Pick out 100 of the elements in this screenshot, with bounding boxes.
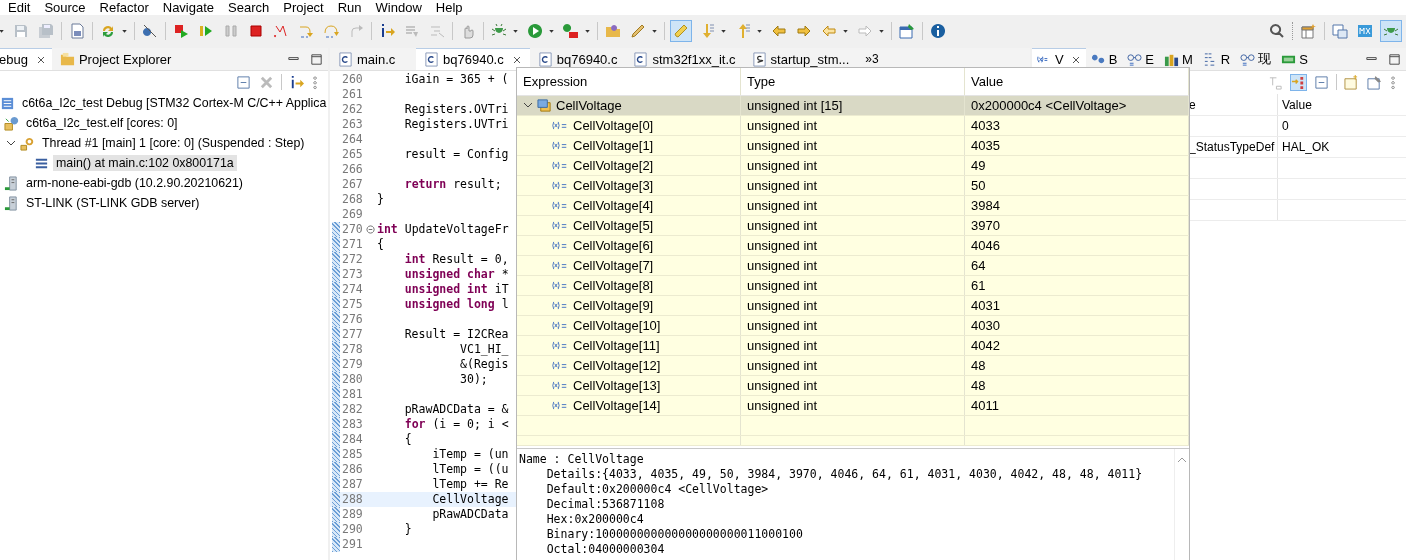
view-menu-icon[interactable] <box>312 74 318 90</box>
menu-item[interactable]: Search <box>228 0 270 15</box>
view-tab[interactable]: V <box>1032 48 1086 70</box>
detail-line: Name : CellVoltage <box>519 452 645 468</box>
editor-tab[interactable]: bq76940.c <box>529 48 626 70</box>
line-number: 272 <box>342 252 363 266</box>
tree-item[interactable]: c6t6a_I2c_test Debug [STM32 Cortex-M C/C++ Applica <box>19 95 328 111</box>
variable-row[interactable]: CellVoltage unsigned int [15] 0x200000c4 <CellVoltage> <box>517 95 1189 116</box>
line-number: 273 <box>342 267 363 281</box>
instruction-step-icon[interactable] <box>289 74 304 90</box>
code-line: lTemp = ((u <box>431 462 509 477</box>
detail-line: Details:{4033, 4035, 49, 50, 3984, 3970, 4046, 64, 61, 4031, 4030, 4042, 48, 48, 4011} <box>545 467 1144 483</box>
line-number: 291 <box>342 537 363 551</box>
column-header[interactable]: Type <box>741 68 965 95</box>
element-row[interactable]: CellVoltage[14] unsigned int 4011 <box>517 395 1189 416</box>
maximize-icon[interactable] <box>1387 51 1402 67</box>
scroll-up-icon[interactable] <box>1177 457 1187 464</box>
editor-tab[interactable]: bq76940.c <box>416 48 530 70</box>
element-row[interactable]: CellVoltage[7] unsigned int 64 <box>517 255 1189 276</box>
element-row[interactable]: CellVoltage[12] unsigned int 48 <box>517 355 1189 376</box>
variable-icon <box>551 119 569 131</box>
line-number: 290 <box>342 522 363 536</box>
element-row[interactable]: CellVoltage[0] unsigned int 4033 <box>517 115 1189 136</box>
new-item-icon[interactable] <box>1344 74 1359 90</box>
table-cell: CellVoltage[12] <box>573 357 661 373</box>
table-cell: unsigned int <box>747 277 818 293</box>
menu-item[interactable]: Refactor <box>99 0 149 15</box>
column-header[interactable]: Value <box>965 68 1189 95</box>
maximize-icon[interactable] <box>309 51 324 67</box>
table-cell: CellVoltage[0] <box>573 117 654 133</box>
menu-item[interactable]: Edit <box>8 0 31 15</box>
table-cell: 4042 <box>971 337 1000 353</box>
menu-item[interactable]: Project <box>283 0 324 15</box>
code-line: Registers.UVTri <box>403 117 509 132</box>
element-row[interactable]: CellVoltage[3] unsigned int 50 <box>517 175 1189 196</box>
element-row[interactable]: CellVoltage[4] unsigned int 3984 <box>517 195 1189 216</box>
menu-item[interactable]: Window <box>375 0 422 15</box>
more-tabs-button[interactable]: »3 <box>865 52 879 66</box>
table-cell: CellVoltage[1] <box>573 137 654 153</box>
view-tab[interactable]: 现 <box>1235 48 1277 70</box>
tree-item[interactable]: arm-none-eabi-gdb (10.2.90.20210621) <box>23 175 246 191</box>
detail-line: Octal:04000000304 <box>545 542 666 558</box>
tree-item[interactable]: Thread #1 [main] 1 [core: 0] (Suspended : Step) <box>39 135 308 151</box>
line-number: 271 <box>342 237 363 251</box>
tree-item[interactable]: c6t6a_I2c_test.elf [cores: 0] <box>23 115 181 131</box>
view-menu-icon[interactable] <box>1390 74 1396 90</box>
highlighter-toggle-icon[interactable] <box>670 19 692 42</box>
detail-line: Binary:100000000000000000000011000100 <box>545 527 804 543</box>
table-cell: unsigned int [15] <box>747 97 843 113</box>
pin-view-icon[interactable] <box>1367 74 1382 90</box>
table-cell: unsigned int <box>747 357 818 373</box>
column-header[interactable]: Value <box>1278 94 1406 115</box>
element-row[interactable]: CellVoltage[8] unsigned int 61 <box>517 275 1189 296</box>
element-row[interactable]: CellVoltage[9] unsigned int 4031 <box>517 295 1189 316</box>
element-row[interactable]: CellVoltage[2] unsigned int 49 <box>517 155 1189 176</box>
close-icon[interactable] <box>511 54 522 65</box>
menu-item[interactable]: Help <box>435 0 463 15</box>
element-row[interactable]: CellVoltage[5] unsigned int 3970 <box>517 215 1189 236</box>
element-row[interactable]: CellVoltage[11] unsigned int 4042 <box>517 335 1189 356</box>
view-tab[interactable]: S <box>1276 48 1313 70</box>
table-cell: 4033 <box>971 117 1000 133</box>
view-tab[interactable]: R <box>1197 48 1236 70</box>
menu-item[interactable]: Navigate <box>162 0 215 15</box>
close-icon[interactable] <box>35 54 46 65</box>
collapse-all-icon[interactable] <box>1314 74 1329 90</box>
view-tab[interactable]: B <box>1085 48 1123 70</box>
element-row[interactable]: CellVoltage[10] unsigned int 4030 <box>517 315 1189 336</box>
remove-terminated-icon[interactable] <box>259 74 274 90</box>
view-tab[interactable]: E <box>1122 48 1159 70</box>
fold-icon[interactable] <box>366 225 375 234</box>
column-header[interactable]: Expression <box>517 68 741 95</box>
editor-tab[interactable]: main.c <box>330 48 416 70</box>
line-number: 269 <box>342 207 363 221</box>
element-row[interactable]: CellVoltage[6] unsigned int 4046 <box>517 235 1189 256</box>
table-cell: CellVoltage[6] <box>573 237 654 253</box>
editor-tab[interactable]: startup_stm... <box>743 48 858 70</box>
menu-item[interactable]: Run <box>337 0 362 15</box>
line-number: 286 <box>342 462 363 476</box>
detail-line: Default:0x200000c4 <CellVoltage> <box>545 482 770 498</box>
collapse-all-icon[interactable] <box>236 74 251 90</box>
view-tab[interactable]: M <box>1159 48 1198 70</box>
view-tab[interactable]: Project Explorer <box>51 48 180 70</box>
element-row[interactable]: CellVoltage[13] unsigned int 48 <box>517 375 1189 396</box>
bug-perspective-icon[interactable] <box>1380 19 1402 42</box>
editor-tab[interactable]: stm32f1xx_it.c <box>625 48 744 70</box>
glasses-icon <box>1127 51 1143 67</box>
table-cell: 50 <box>971 177 986 193</box>
table-cell: unsigned int <box>747 337 818 353</box>
code-line: iTemp = (un <box>431 447 509 462</box>
logical-structure-icon[interactable] <box>1291 74 1306 90</box>
line-number: 282 <box>342 402 363 416</box>
tree-item[interactable]: main() at main.c:102 0x800171a <box>53 155 237 171</box>
close-icon[interactable] <box>1070 54 1081 65</box>
tree-item[interactable]: ST-LINK (ST-LINK GDB server) <box>23 195 203 211</box>
code-line: } <box>377 192 384 207</box>
line-number: 289 <box>342 507 363 521</box>
menu-item[interactable]: Source <box>44 0 86 15</box>
element-row[interactable]: CellVoltage[1] unsigned int 4035 <box>517 135 1189 156</box>
view-tab[interactable]: ebug <box>0 48 52 70</box>
variable-icon <box>551 219 569 231</box>
